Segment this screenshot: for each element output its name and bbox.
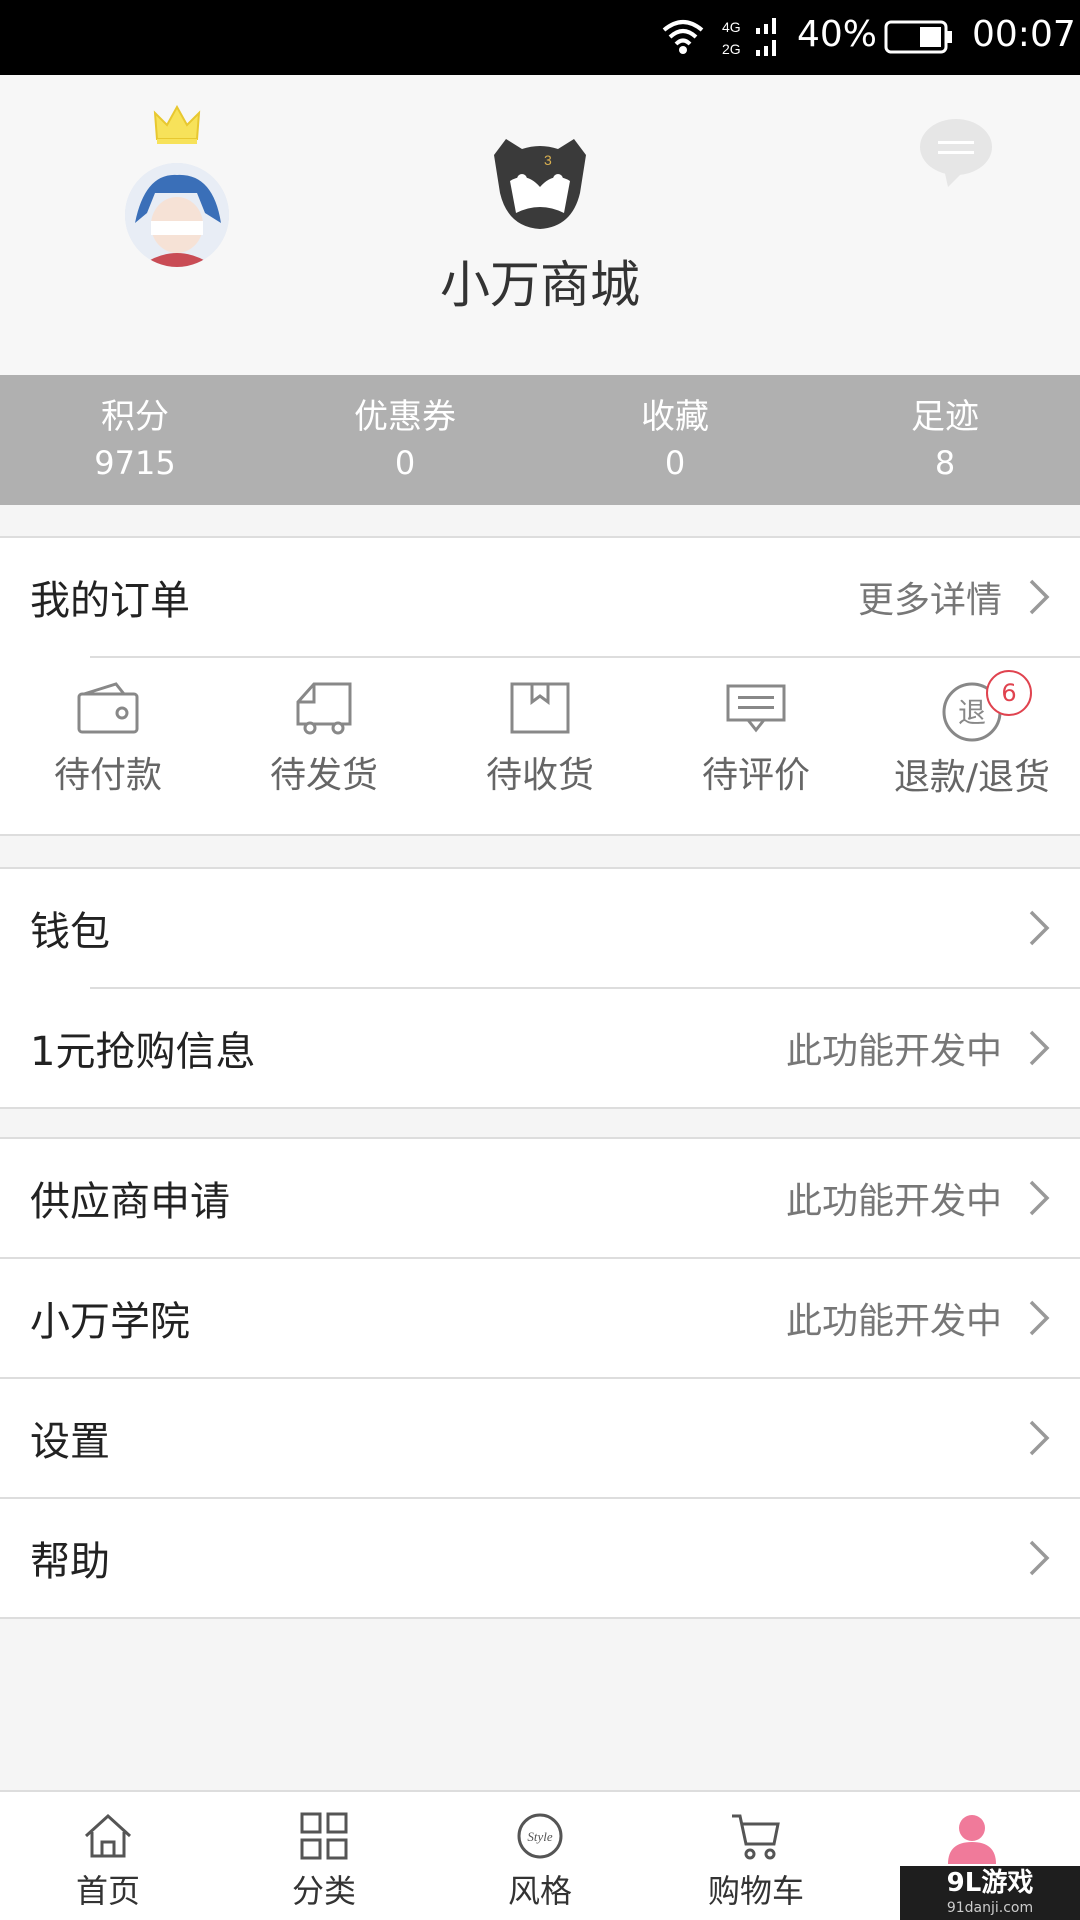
grid-icon [300,1812,348,1860]
wallet-card: 钱包 1元抢购信息 此功能开发中 [0,867,1080,1109]
stat-value: 9715 [94,444,176,482]
settings-row[interactable]: 设置 [0,1379,1080,1497]
misc-card: 供应商申请 此功能开发中 小万学院 此功能开发中 设置 帮助 [0,1137,1080,1619]
flash-sale-row[interactable]: 1元抢购信息 此功能开发中 [0,989,1080,1107]
stat-value: 8 [934,444,956,482]
wifi-icon [662,20,704,54]
order-status-grid: 待付款 待发货 待收货 待评价 退 6 退款/退货 [0,658,1080,834]
svg-text:3: 3 [544,152,552,168]
order-pending-review[interactable]: 待评价 [648,658,864,834]
stat-label: 优惠券 [354,397,456,437]
supplier-title: 供应商申请 [30,1179,230,1225]
crown-icon [153,105,201,144]
svg-text:4G: 4G [722,19,741,35]
wallet-icon [77,682,139,734]
message-icon[interactable] [918,117,994,189]
tab-style[interactable]: Style 风格 [432,1792,648,1920]
tab-label: 购物车 [707,1872,804,1910]
shop-name: 小万商城 [440,256,640,314]
order-label: 待收货 [485,755,594,796]
orders-card: 我的订单 更多详情 待付款 待发货 待收货 待评价 退 6 退款/退货 [0,536,1080,836]
watermark: 9L游戏 91danji.com [900,1866,1080,1920]
avatar-wrap[interactable] [125,105,235,267]
order-label: 待付款 [53,755,162,796]
order-refund[interactable]: 退 6 退款/退货 [864,658,1080,834]
stat-value: 0 [394,444,416,482]
wallet-title: 钱包 [30,909,110,955]
order-label: 待评价 [701,755,810,796]
wallet-row[interactable]: 钱包 [0,869,1080,987]
chevron-right-icon [1029,1030,1050,1066]
battery-percent: 40% [797,14,878,55]
stat-label: 积分 [101,397,169,437]
chevron-right-icon [1029,1540,1050,1576]
refund-badge: 6 [986,670,1032,716]
stat-coupons[interactable]: 优惠券 0 [270,375,540,505]
order-label: 待发货 [269,755,378,796]
order-pending-shipment[interactable]: 待发货 [216,658,432,834]
chevron-right-icon [1029,1420,1050,1456]
more-details-link[interactable]: 更多详情 [858,571,1002,623]
settings-title: 设置 [30,1419,110,1465]
chevron-right-icon [1029,1300,1050,1336]
supplier-row[interactable]: 供应商申请 此功能开发中 [0,1139,1080,1257]
chevron-right-icon [1029,1180,1050,1216]
status-text: 此功能开发中 [785,1031,1002,1072]
cart-icon [732,1814,780,1860]
stat-value: 0 [664,444,686,482]
stat-label: 足迹 [911,397,979,437]
battery-icon [884,20,952,54]
status-bar: 4G 2G 40% 00:07 [0,0,1080,75]
my-orders-row[interactable]: 我的订单 更多详情 [0,538,1080,656]
refund-glyph: 退 [958,696,986,729]
order-pending-payment[interactable]: 待付款 [0,658,216,834]
tab-category[interactable]: 分类 [216,1792,432,1920]
shop-logo-icon: 3 [494,139,586,229]
stats-bar: 积分 9715 优惠券 0 收藏 0 足迹 8 [0,375,1080,505]
stat-favorites[interactable]: 收藏 0 [540,375,810,505]
tab-label: 风格 [507,1872,572,1910]
home-icon [84,1813,132,1858]
tab-label: 首页 [75,1872,140,1910]
my-orders-title: 我的订单 [30,578,190,624]
chevron-right-icon [1029,910,1050,946]
comment-icon [726,684,786,733]
status-text: 此功能开发中 [785,1181,1002,1222]
order-pending-receipt[interactable]: 待收货 [432,658,648,834]
flash-sale-title: 1元抢购信息 [30,1029,256,1075]
help-row[interactable]: 帮助 [0,1499,1080,1617]
tab-label: 分类 [291,1872,356,1910]
tab-cart[interactable]: 购物车 [648,1792,864,1920]
academy-title: 小万学院 [30,1299,190,1345]
status-text: 此功能开发中 [785,1301,1002,1342]
profile-icon [948,1815,996,1864]
truck-icon [296,682,352,735]
order-label: 退款/退货 [893,757,1051,798]
package-icon [510,682,570,734]
profile-header: 3 小万商城 [0,75,1080,375]
chevron-right-icon [1029,579,1050,615]
help-title: 帮助 [30,1539,110,1585]
svg-text:2G: 2G [722,41,741,57]
watermark-sub: 91danji.com [946,1900,1034,1916]
signal-icon: 4G 2G [722,18,776,57]
academy-row[interactable]: 小万学院 此功能开发中 [0,1259,1080,1377]
tab-home[interactable]: 首页 [0,1792,216,1920]
stat-points[interactable]: 积分 9715 [0,375,270,505]
watermark-main: 9L游戏 [946,1868,1034,1898]
clock: 00:07 [972,14,1076,55]
stat-label: 收藏 [641,397,709,437]
stat-footprints[interactable]: 足迹 8 [810,375,1080,505]
style-glyph: Style [527,1829,552,1844]
style-icon: Style [517,1813,563,1859]
